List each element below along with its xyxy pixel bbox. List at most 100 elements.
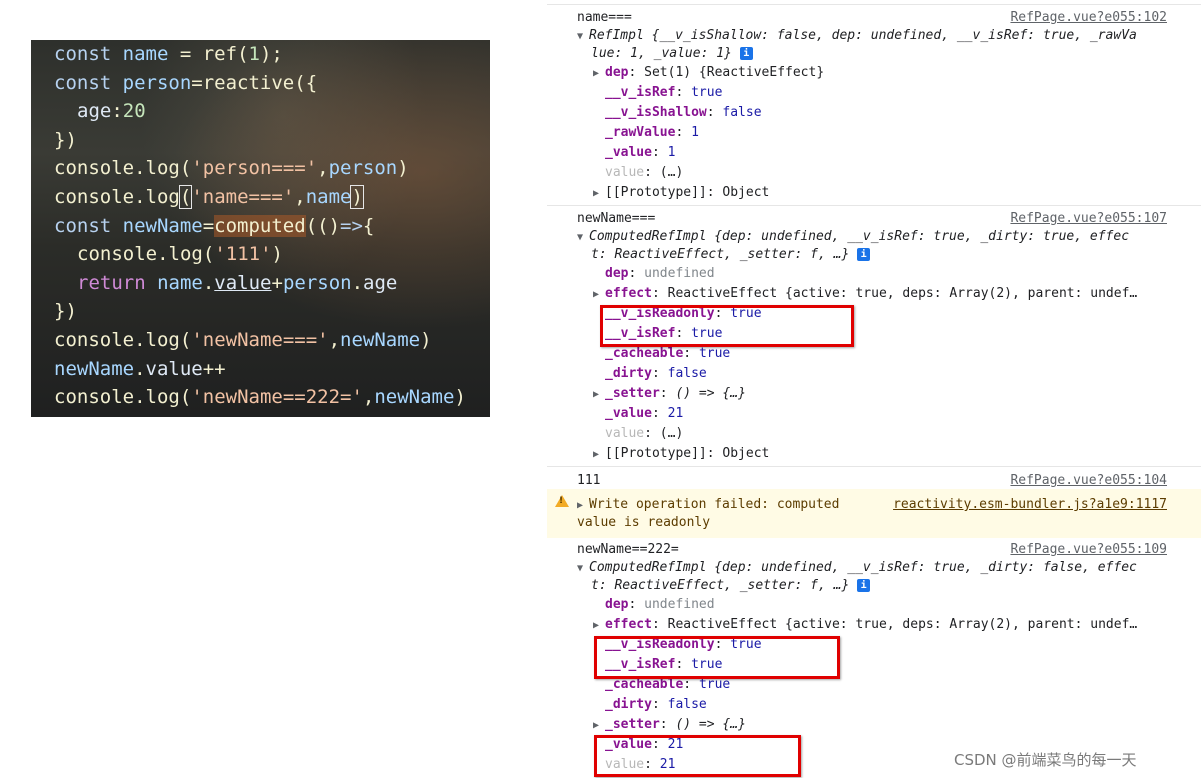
info-icon[interactable]: i xyxy=(857,579,871,592)
property-row[interactable]: ▶ _setter: () => {…} xyxy=(593,384,746,403)
object-summary-cont: t: ReactiveEffect, _setter: f, …} i xyxy=(591,245,871,264)
code-token: }) xyxy=(54,300,77,323)
code-line: console.log('111') xyxy=(54,240,466,269)
code-line: console.log('newName===',newName) xyxy=(54,326,466,355)
prototype-row[interactable]: ▶ [[Prototype]]: Object xyxy=(593,444,769,463)
code-token: 'name===' xyxy=(191,185,295,208)
property-row: __v_isShallow: false xyxy=(605,105,762,120)
expanded-triangle-icon[interactable]: ▼ xyxy=(577,559,589,578)
code-line: console.log('newName==222=',newName) xyxy=(54,383,466,412)
code-token: ) xyxy=(271,243,283,266)
code-token: log xyxy=(145,328,180,351)
property-row: dep: undefined xyxy=(605,266,715,281)
code-token: . xyxy=(351,271,364,294)
warning-text-cont: value is readonly xyxy=(577,515,711,530)
log-label: newName==222= xyxy=(577,542,679,557)
code-token: = xyxy=(191,71,203,94)
code-token: const xyxy=(54,43,123,65)
code-token: age xyxy=(77,100,112,123)
highlight-box xyxy=(600,305,854,347)
code-token: { xyxy=(362,214,375,237)
code-token: console xyxy=(54,328,135,351)
property-row: __v_isRef: true xyxy=(605,85,723,100)
code-token: newName xyxy=(122,214,203,237)
code-token: return xyxy=(77,271,158,294)
code-token: ( xyxy=(179,386,192,409)
code-token: value xyxy=(214,271,272,294)
code-token: (() xyxy=(305,214,341,237)
code-token: ); xyxy=(259,43,283,65)
code-token: . xyxy=(134,357,146,380)
devtools-console: name=== RefPage.vue?e055:102 ▼ RefImpl {_… xyxy=(547,0,1201,778)
code-line: console.log('person===',person) xyxy=(54,154,466,183)
code-token: , xyxy=(317,157,329,180)
getter-row[interactable]: value: (…) xyxy=(605,424,683,443)
code-token: ) xyxy=(454,386,466,409)
object-summary[interactable]: ▼ ComputedRefImpl {dep: undefined, __v_is… xyxy=(577,558,1137,577)
log-source-link[interactable]: RefPage.vue?e055:104 xyxy=(1010,471,1167,490)
code-token: ) xyxy=(350,184,364,209)
log-source-link[interactable]: RefPage.vue?e055:102 xyxy=(1010,8,1167,27)
object-summary[interactable]: ▼ ComputedRefImpl {dep: undefined, __v_is… xyxy=(577,227,1129,246)
code-token: 'newName==222=' xyxy=(191,386,363,409)
warning-message: ! ▶ Write operation failed: computed valu… xyxy=(547,489,1201,538)
code-token: log xyxy=(145,157,180,180)
code-token: console xyxy=(54,386,135,409)
code-token: log xyxy=(145,386,180,409)
highlight-box xyxy=(594,735,801,777)
code-line: return name.value+person.age xyxy=(54,269,466,298)
code-token: = xyxy=(168,43,203,65)
code-token: person xyxy=(122,71,192,94)
watermark: CSDN @前端菜鸟的每一天 xyxy=(954,751,1137,769)
console-divider xyxy=(547,466,1201,467)
code-token: , xyxy=(328,328,341,351)
object-summary[interactable]: ▼ RefImpl {__v_isShallow: false, dep: und… xyxy=(577,26,1137,45)
expanded-triangle-icon[interactable]: ▼ xyxy=(577,27,589,46)
code-line: age:20 xyxy=(54,97,466,126)
collapsed-triangle-icon[interactable]: ▶ xyxy=(593,385,605,404)
code-token: 'newName===' xyxy=(191,328,329,351)
code-token: '111' xyxy=(214,243,272,266)
info-icon[interactable]: i xyxy=(857,248,871,261)
warning-text[interactable]: ▶ Write operation failed: computed xyxy=(577,495,839,514)
collapsed-triangle-icon[interactable]: ▶ xyxy=(593,64,605,83)
code-token: ( xyxy=(179,328,192,351)
code-editor: const name = ref(1); const person=reactiv… xyxy=(31,40,490,417)
property-row[interactable]: ▶ effect: ReactiveEffect {active: true, d… xyxy=(593,615,1137,634)
property-row[interactable]: ▶ effect: ReactiveEffect {active: true, d… xyxy=(593,284,1137,303)
getter-row[interactable]: value: (…) xyxy=(605,163,683,182)
log-source-link[interactable]: RefPage.vue?e055:107 xyxy=(1010,209,1167,228)
property-row[interactable]: ▶ _setter: () => {…} xyxy=(593,715,746,734)
collapsed-triangle-icon[interactable]: ▶ xyxy=(593,716,605,735)
collapsed-triangle-icon[interactable]: ▶ xyxy=(593,616,605,635)
warning-source-link[interactable]: reactivity.esm-bundler.js?a1e9:1117 xyxy=(893,495,1167,514)
property-row: _value: 1 xyxy=(605,145,676,160)
code-token: log xyxy=(168,243,203,266)
code-token: console xyxy=(54,185,135,208)
prototype-row[interactable]: ▶ [[Prototype]]: Object xyxy=(593,183,769,202)
code-token: ) xyxy=(420,328,432,351)
code-line: const name = ref(1); xyxy=(54,40,466,69)
code-token: computed xyxy=(214,214,306,237)
code-token: + xyxy=(271,271,283,294)
code-token: = xyxy=(202,214,215,237)
code-token: name xyxy=(305,185,352,208)
property-row[interactable]: ▶ dep: Set(1) {ReactiveEffect} xyxy=(593,63,824,82)
console-divider xyxy=(547,4,1201,5)
property-row: _dirty: false xyxy=(605,697,707,712)
log-source-link[interactable]: RefPage.vue?e055:109 xyxy=(1010,540,1167,559)
code-token: ( xyxy=(237,43,249,65)
log-label: name=== xyxy=(577,10,632,25)
code-token: const xyxy=(54,214,123,237)
expanded-triangle-icon[interactable]: ▼ xyxy=(577,228,589,247)
code-line: newName.value++ xyxy=(54,355,466,384)
collapsed-triangle-icon[interactable]: ▶ xyxy=(593,285,605,304)
collapsed-triangle-icon[interactable]: ▶ xyxy=(593,445,605,464)
info-icon[interactable]: i xyxy=(739,47,753,60)
code-token: . xyxy=(134,328,146,351)
code-token: . xyxy=(202,271,215,294)
code-token: ref xyxy=(202,43,238,65)
collapsed-triangle-icon[interactable]: ▶ xyxy=(593,184,605,203)
object-summary-cont: t: ReactiveEffect, _setter: f, …} i xyxy=(591,576,871,595)
code-token: 1 xyxy=(248,43,260,65)
